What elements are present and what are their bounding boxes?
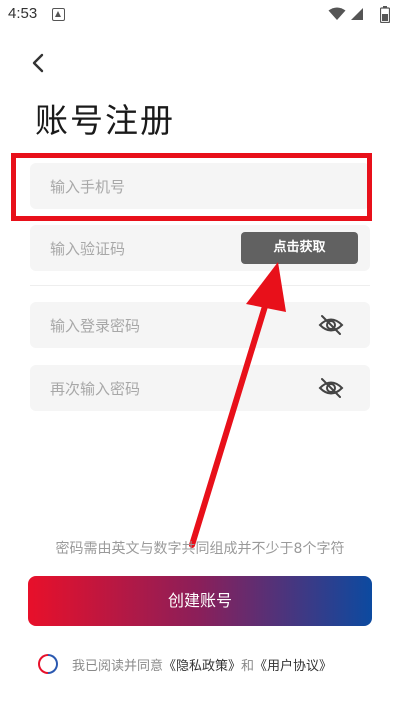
phone-input[interactable]: 输入手机号 [30,163,370,209]
battery-icon [380,6,390,23]
confirm-password-input[interactable]: 再次输入密码 [30,365,370,411]
eye-off-icon[interactable] [318,376,344,400]
divider [30,285,370,286]
password-placeholder: 输入登录密码 [50,317,141,335]
eye-off-icon[interactable] [318,313,344,337]
agreement-conjunction: 和 [241,659,255,674]
user-agreement-link[interactable]: 《用户协议》 [254,659,332,674]
agreement-text: 我已阅读并同意《隐私政策》和《用户协议》 [72,655,332,674]
back-button[interactable] [26,50,52,76]
get-code-button[interactable]: 点击获取 [241,232,358,264]
agreement-radio[interactable] [38,654,58,674]
notification-icon [52,8,65,21]
password-input[interactable]: 输入登录密码 [30,302,370,348]
password-hint: 密码需由英文与数字共同组成并不少于8个字符 [55,541,345,557]
agreement-prefix: 我已阅读并同意 [72,659,164,674]
agreement-row: 我已阅读并同意《隐私政策》和《用户协议》 [38,652,378,676]
page-title: 账号注册 [35,101,175,140]
confirm-password-placeholder: 再次输入密码 [50,380,141,398]
status-time: 4:53 [8,5,38,22]
wifi-icon [328,7,346,20]
code-placeholder: 输入验证码 [50,240,126,258]
phone-placeholder: 输入手机号 [50,178,126,196]
privacy-policy-link[interactable]: 《隐私政策》 [163,659,241,674]
status-bar: 4:53 [0,0,400,30]
signal-icon [351,8,363,20]
create-account-button[interactable]: 创建账号 [28,576,372,626]
chevron-left-icon [32,53,44,73]
